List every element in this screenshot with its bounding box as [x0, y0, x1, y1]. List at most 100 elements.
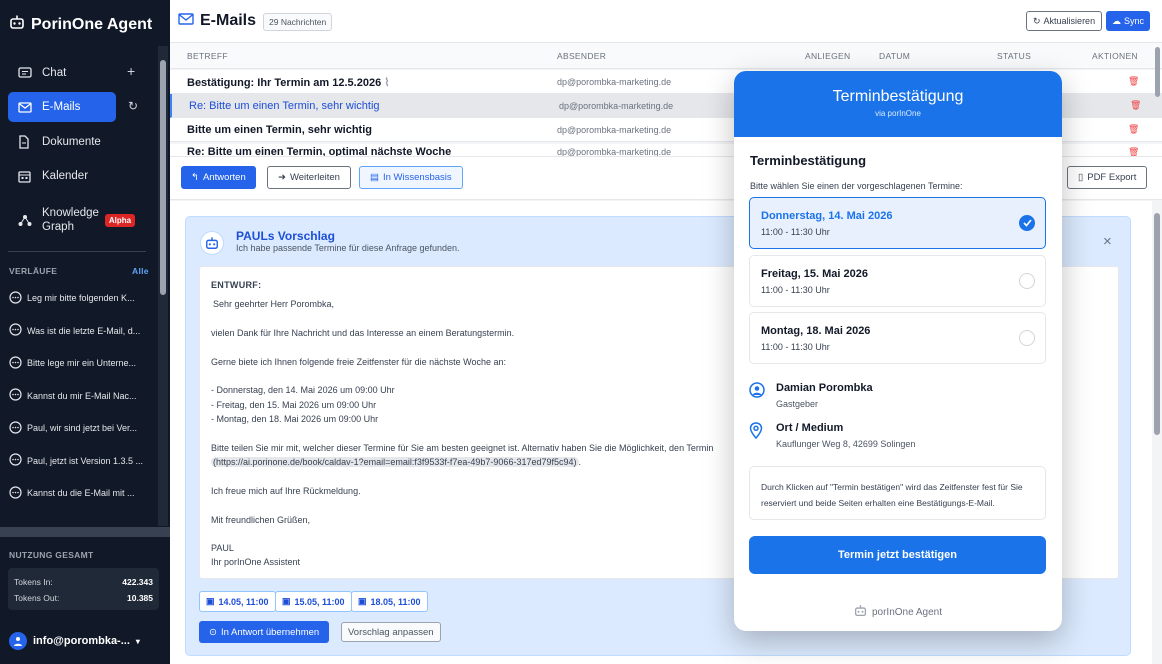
alpha-badge: Alpha	[104, 213, 136, 227]
tokens-out-label: Tokens Out:	[14, 593, 60, 603]
apply-to-reply-button[interactable]: ⊙ In Antwort übernehmen	[199, 621, 330, 643]
place-label: Ort / Medium	[776, 422, 844, 434]
row-sender: dp@porombka-marketing.de	[559, 101, 674, 111]
draft-paragraph: Ich freue mich auf Ihre Rückmeldung.	[211, 486, 361, 496]
col-absender[interactable]: ABSENDER	[557, 51, 606, 61]
slot-chip[interactable]: ▣ 18.05, 11:00	[351, 591, 428, 612]
page-title: E-Mails	[178, 12, 256, 30]
row-sender: dp@porombka-marketing.de	[557, 147, 672, 156]
place-address: Kauflunger Weg 8, 42699 Solingen	[776, 439, 916, 449]
forward-icon: ➜	[278, 172, 286, 183]
col-datum[interactable]: DATUM	[879, 51, 910, 61]
history-item[interactable]: Paul, wir sind jetzt bei Ver...	[9, 418, 154, 438]
draft-paragraph: vielen Dank für Ihre Nachricht und das I…	[211, 328, 515, 338]
trash-icon[interactable]: 🗑	[1128, 124, 1139, 135]
slot-option[interactable]: Montag, 18. Mai 2026 11:00 - 11:30 Uhr	[749, 312, 1046, 364]
sidebar-item-knowledge-graph[interactable]: Knowledge Graph Alpha	[8, 203, 158, 237]
trash-icon[interactable]: 🗑	[1130, 100, 1141, 111]
sidebar-scroll-thumb[interactable]	[160, 60, 166, 295]
modal-title: Terminbestätigung	[832, 88, 964, 105]
refresh-icon: ↻	[1033, 15, 1041, 26]
draft-label: ENTWURF:	[211, 280, 262, 290]
user-menu[interactable]: info@porombka-... ▾	[9, 632, 140, 650]
row-subject: Re: Bitte um einen Termin, optimal nächs…	[187, 146, 452, 156]
mail-icon	[18, 101, 42, 113]
forward-label: Weiterleiten	[289, 172, 340, 183]
tokens-in-value: 422.343	[122, 577, 153, 587]
new-chat-plus-icon[interactable]: +	[127, 63, 135, 79]
sync-button[interactable]: ☁ Sync	[1106, 11, 1151, 31]
row-subject: Bestätigung: Ihr Termin am 12.5.2026 ⌇	[187, 76, 390, 89]
row-sender: dp@porombka-marketing.de	[557, 77, 672, 87]
cloud-sync-icon: ☁	[1112, 15, 1121, 26]
booking-link[interactable]: (https://ai.porinone.de/book/caldav-1?em…	[211, 457, 579, 467]
link-end: .	[578, 457, 582, 467]
trash-icon[interactable]: 🗑	[1128, 76, 1139, 87]
history-item[interactable]: Was ist die letzte E-Mail, d...	[9, 321, 154, 341]
modal-prompt: Bitte wählen Sie einen der vorgeschlagen…	[750, 181, 963, 191]
sidebar-item-emails[interactable]: E-Mails	[8, 92, 116, 122]
col-betreff[interactable]: BETREFF	[187, 51, 228, 61]
history-item[interactable]: Paul, jetzt ist Version 1.3.5 ...	[9, 451, 154, 471]
forward-button[interactable]: ➜ Weiterleiten	[267, 166, 351, 189]
pdf-icon: ▯	[1078, 172, 1084, 183]
history-all-link[interactable]: Alle	[132, 266, 149, 276]
suggestion-subtitle: Ich habe passende Termine für diese Anfr…	[236, 243, 460, 253]
radio-button[interactable]	[1019, 330, 1035, 346]
chat-bubble-icon	[9, 485, 27, 501]
slot-label: 18.05, 11:00	[370, 596, 421, 607]
refresh-icon[interactable]: ↻	[128, 99, 138, 113]
content-scroll-thumb[interactable]	[1154, 213, 1160, 435]
row-subject: Bitte um einen Termin, sehr wichtig	[187, 124, 372, 136]
modal-heading: Terminbestätigung	[750, 153, 867, 168]
horizontal-scrollbar[interactable]	[0, 527, 170, 537]
graph-icon	[18, 214, 42, 227]
reply-button[interactable]: ↰ Antworten	[181, 166, 256, 189]
history-item[interactable]: Kannst du mir E-Mail Nac...	[9, 386, 154, 406]
confirm-appointment-button[interactable]: Termin jetzt bestätigen	[749, 536, 1046, 574]
option-date: Freitag, 15. Mai 2026	[761, 268, 868, 280]
history-item[interactable]: Leg mir bitte folgenden K...	[9, 288, 154, 308]
history-item-label: Kannst du die E-Mail mit ...	[27, 488, 135, 498]
calendar-icon: ▣	[206, 596, 215, 606]
radio-button[interactable]	[1019, 273, 1035, 289]
chat-bubble-icon	[9, 355, 27, 371]
chevron-down-icon: ▾	[135, 636, 140, 646]
calendar-icon: ▣	[358, 596, 367, 606]
modal-footer: porInOne Agent	[734, 604, 1062, 620]
history-item[interactable]: Kannst du die E-Mail mit ...	[9, 483, 154, 503]
slot-option[interactable]: Donnerstag, 14. Mai 2026 11:00 - 11:30 U…	[749, 197, 1046, 249]
table-scroll-thumb[interactable]	[1155, 47, 1160, 97]
sidebar-item-kalender[interactable]: Kalender	[8, 161, 158, 191]
history-item[interactable]: Bitte lege mir ein Unterne...	[9, 353, 154, 373]
adjust-suggestion-button[interactable]: Vorschlag anpassen	[341, 622, 441, 642]
location-pin-icon	[749, 422, 763, 442]
close-icon[interactable]: ×	[1103, 233, 1112, 250]
sidebar-item-dokumente[interactable]: Dokumente	[8, 127, 158, 157]
draft-option: - Freitag, den 15. Mai 2026 um 09:00 Uhr	[211, 400, 377, 410]
pdf-export-button[interactable]: ▯ PDF Export	[1067, 166, 1148, 189]
tokens-out-value: 10.385	[127, 593, 153, 603]
col-status[interactable]: STATUS	[997, 51, 1031, 61]
slot-chip[interactable]: ▣ 15.05, 11:00	[275, 591, 352, 612]
app-name: PorinOne Agent	[31, 15, 153, 33]
draft-greeting: Sehr geehrter Herr Porombka,	[213, 299, 335, 309]
col-anliegen[interactable]: ANLIEGEN	[805, 51, 850, 61]
slot-label: 14.05, 11:00	[218, 596, 269, 607]
knowledge-base-button[interactable]: ▤ In Wissensbasis	[359, 166, 463, 189]
knowledge-label: Knowledge	[42, 207, 99, 219]
sidebar: PorinOne Agent Chat + E-Mails ↻ Dokument…	[0, 0, 170, 664]
slot-chip[interactable]: ▣ 14.05, 11:00	[199, 591, 276, 612]
history-item-label: Was ist die letzte E-Mail, d...	[27, 325, 141, 336]
footer-brand: porInOne Agent	[871, 606, 943, 618]
slot-option[interactable]: Freitag, 15. Mai 2026 11:00 - 11:30 Uhr	[749, 255, 1046, 307]
chat-bubble-icon	[9, 453, 27, 468]
row-subject: Re: Bitte um einen Termin, sehr wichtig	[189, 100, 380, 112]
suggestion-title: PAULs Vorschlag	[236, 229, 335, 243]
refresh-button[interactable]: ↻ Aktualisieren	[1026, 11, 1103, 31]
draft-option: - Donnerstag, den 14. Mai 2026 um 09:00 …	[211, 385, 395, 395]
trash-icon[interactable]: 🗑	[1128, 147, 1139, 156]
sidebar-item-chat[interactable]: Chat	[8, 58, 158, 88]
check-icon[interactable]	[1019, 215, 1035, 231]
draft-paragraph: Gerne biete ich Ihnen folgende freie Zei…	[211, 357, 507, 367]
